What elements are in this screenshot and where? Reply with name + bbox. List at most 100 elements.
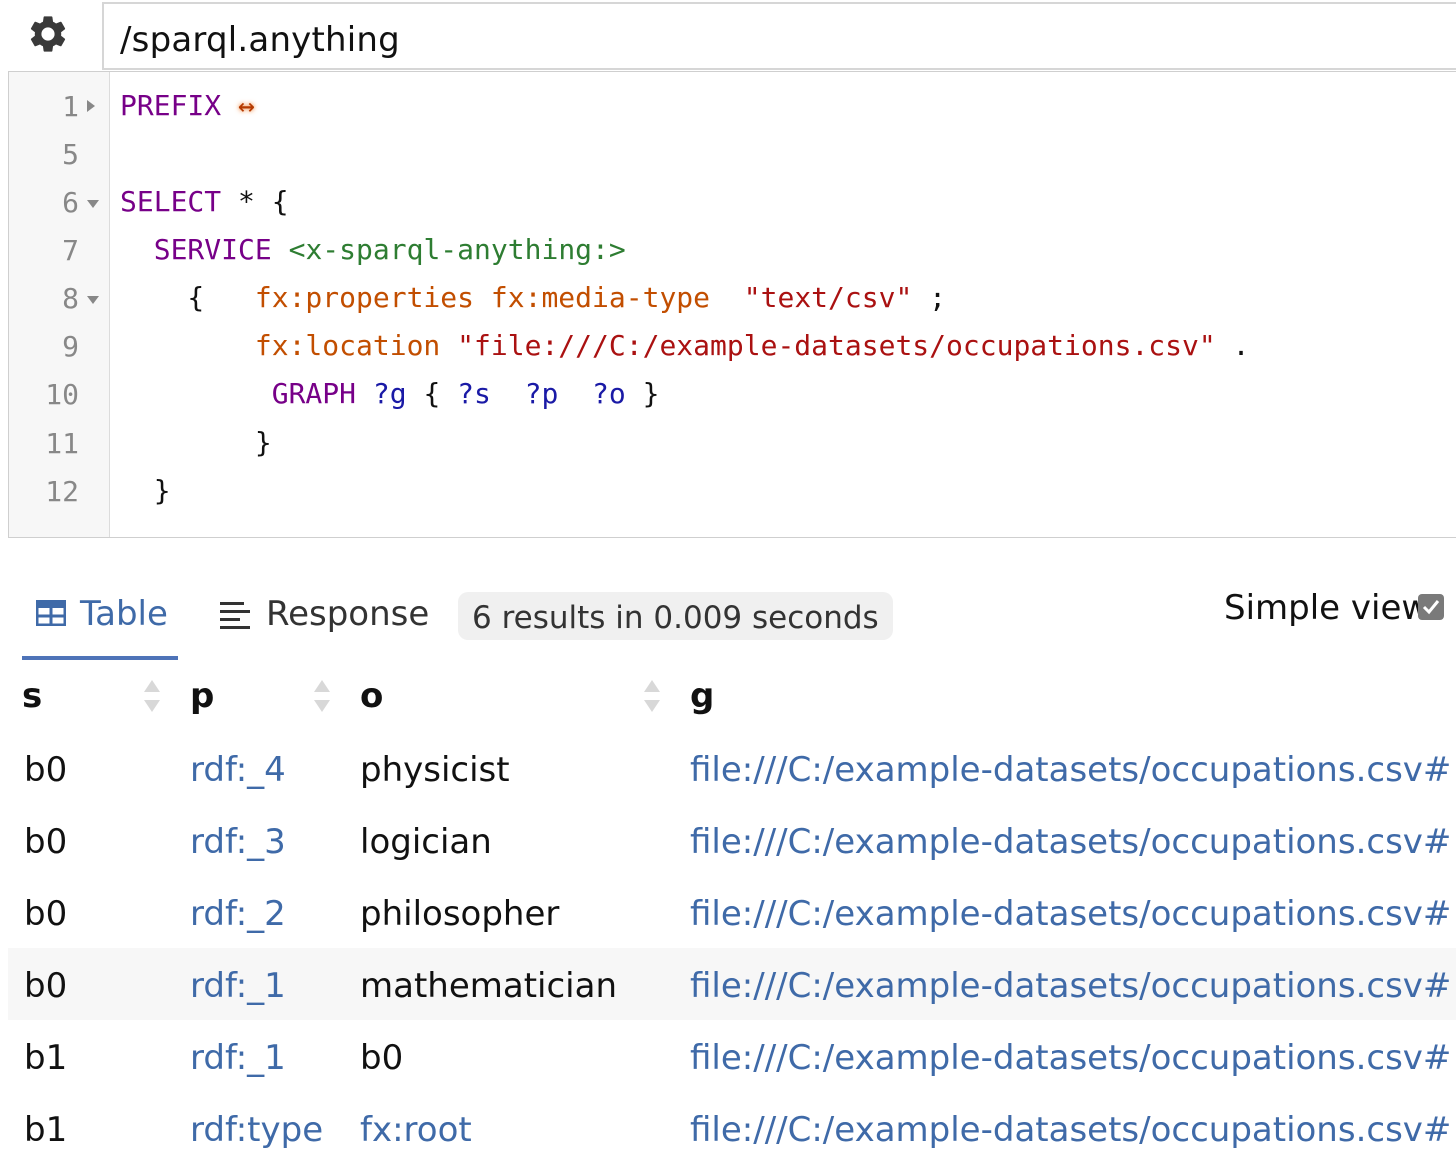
line-number: 8 — [62, 282, 79, 315]
cell-p-link[interactable]: rdf:_1 — [190, 1038, 286, 1078]
line-number: 12 — [45, 475, 79, 508]
line-number: 6 — [62, 186, 79, 219]
code-line[interactable]: 9 fx:location "file:///C:/example-datase… — [9, 324, 1449, 372]
table-row: b0 rdf:_3 logician file:///C:/example-da… — [8, 808, 1456, 880]
cell-s: b0 — [24, 750, 68, 790]
cell-s: b0 — [24, 966, 68, 1006]
code-line[interactable]: 5 — [9, 132, 1449, 180]
code-line[interactable]: 8 { fx:properties fx:media-type "text/cs… — [9, 276, 1449, 324]
fold-open-icon[interactable] — [87, 296, 99, 304]
sort-icon[interactable] — [312, 678, 332, 714]
tab-response-label: Response — [266, 594, 430, 634]
code-token: * { — [221, 185, 289, 218]
endpoint-value[interactable]: /sparql.anything — [120, 20, 400, 60]
cell-p-link[interactable]: rdf:type — [190, 1110, 323, 1150]
code-line[interactable]: 1 PREFIX ↔ — [9, 84, 1449, 132]
code-token: ?o — [592, 377, 626, 410]
cell-s: b0 — [24, 822, 68, 862]
column-header-g[interactable]: g — [690, 676, 714, 716]
cell-p-link[interactable]: rdf:_2 — [190, 894, 286, 934]
tab-table[interactable]: Table — [22, 588, 178, 660]
cell-o-link[interactable]: fx:root — [360, 1110, 472, 1150]
sort-icon[interactable] — [142, 678, 162, 714]
code-token: { — [406, 377, 458, 410]
code-text[interactable]: SERVICE <x-sparql-anything:> — [120, 233, 626, 266]
cell-g-link[interactable]: file:///C:/example-datasets/occupations.… — [690, 822, 1451, 862]
column-header-o[interactable]: o — [360, 676, 383, 716]
code-line[interactable]: 12 } — [9, 469, 1449, 517]
cell-p-link[interactable]: rdf:_1 — [190, 966, 286, 1006]
fold-open-icon[interactable] — [87, 200, 99, 208]
cell-p-link[interactable]: rdf:_3 — [190, 822, 286, 862]
code-token: SELECT — [120, 185, 222, 218]
code-text[interactable]: GRAPH ?g { ?s ?p ?o } — [120, 377, 660, 410]
collapsed-prefix-icon[interactable]: ↔ — [238, 89, 255, 122]
code-token: SERVICE — [153, 233, 272, 266]
table-row: b0 rdf:_2 philosopher file:///C:/example… — [8, 880, 1456, 952]
cell-p-link[interactable]: rdf:_4 — [190, 750, 286, 790]
cell-g-link[interactable]: file:///C:/example-datasets/occupations.… — [690, 966, 1451, 1006]
code-text[interactable]: } — [120, 426, 272, 459]
code-token: "text/csv" — [743, 281, 913, 314]
code-token: ?g — [372, 377, 407, 410]
tab-response[interactable]: Response — [214, 588, 434, 660]
code-token: } — [625, 377, 660, 410]
code-token: fx:properties — [254, 281, 475, 314]
line-number: 10 — [45, 378, 79, 411]
gear-icon[interactable] — [26, 12, 70, 56]
code-token: GRAPH — [271, 377, 357, 410]
table-icon — [36, 600, 66, 626]
code-line[interactable]: 11 } — [9, 421, 1449, 469]
code-line[interactable]: 10 GRAPH ?g { ?s ?p ?o } — [9, 372, 1449, 420]
column-header-p[interactable]: p — [190, 676, 214, 716]
cell-g-link[interactable]: file:///C:/example-datasets/occupations.… — [690, 1110, 1451, 1150]
code-text[interactable]: } — [120, 474, 171, 507]
code-token: . — [1215, 329, 1250, 362]
code-text[interactable]: PREFIX ↔ — [120, 89, 255, 122]
column-header-s[interactable]: s — [22, 676, 42, 716]
sort-icon[interactable] — [642, 678, 662, 714]
code-text[interactable]: { fx:properties fx:media-type "text/csv"… — [120, 281, 946, 314]
line-number: 9 — [62, 330, 79, 363]
line-number: 11 — [45, 427, 79, 460]
code-text[interactable]: fx:location "file:///C:/example-datasets… — [120, 329, 1250, 362]
cell-o: logician — [360, 822, 492, 862]
cell-g-link[interactable]: file:///C:/example-datasets/occupations.… — [690, 1038, 1451, 1078]
align-left-icon — [220, 602, 250, 629]
simple-view-checkbox[interactable] — [1418, 594, 1444, 620]
code-line[interactable]: 7 SERVICE <x-sparql-anything:> — [9, 228, 1449, 276]
tab-table-label: Table — [80, 594, 168, 634]
cell-g-link[interactable]: file:///C:/example-datasets/occupations.… — [690, 894, 1451, 934]
code-token: ; — [912, 281, 947, 314]
endpoint-input[interactable]: /sparql.anything — [102, 2, 1456, 70]
code-token: <x-sparql-anything:> — [288, 233, 626, 266]
cell-o: philosopher — [360, 894, 560, 934]
line-number: 7 — [62, 234, 79, 267]
results-summary-badge: 6 results in 0.009 seconds — [458, 592, 893, 640]
simple-view-label: Simple view — [1224, 588, 1430, 628]
cell-s: b0 — [24, 894, 68, 934]
check-icon — [1422, 600, 1440, 615]
code-token: fx:location — [254, 329, 441, 362]
cell-g-link[interactable]: file:///C:/example-datasets/occupations.… — [690, 750, 1451, 790]
fold-closed-icon[interactable] — [87, 100, 95, 112]
code-token: ?s — [457, 377, 491, 410]
table-row: b1 rdf:type fx:root file:///C:/example-d… — [8, 1094, 1456, 1166]
code-token: "file:///C:/example-datasets/occupations… — [457, 329, 1216, 362]
code-line[interactable]: 6 SELECT * { — [9, 180, 1449, 228]
code-token: PREFIX — [120, 89, 222, 122]
query-editor[interactable]: 1 PREFIX ↔ 5 6 SELECT * { 7 SERVICE <x-sparql… — [8, 71, 1456, 538]
code-token: } — [120, 474, 171, 507]
line-number: 5 — [62, 138, 79, 171]
cell-o: b0 — [360, 1038, 404, 1078]
code-token: } — [120, 426, 272, 459]
code-text[interactable]: SELECT * { — [120, 185, 289, 218]
cell-o: mathematician — [360, 966, 618, 1006]
